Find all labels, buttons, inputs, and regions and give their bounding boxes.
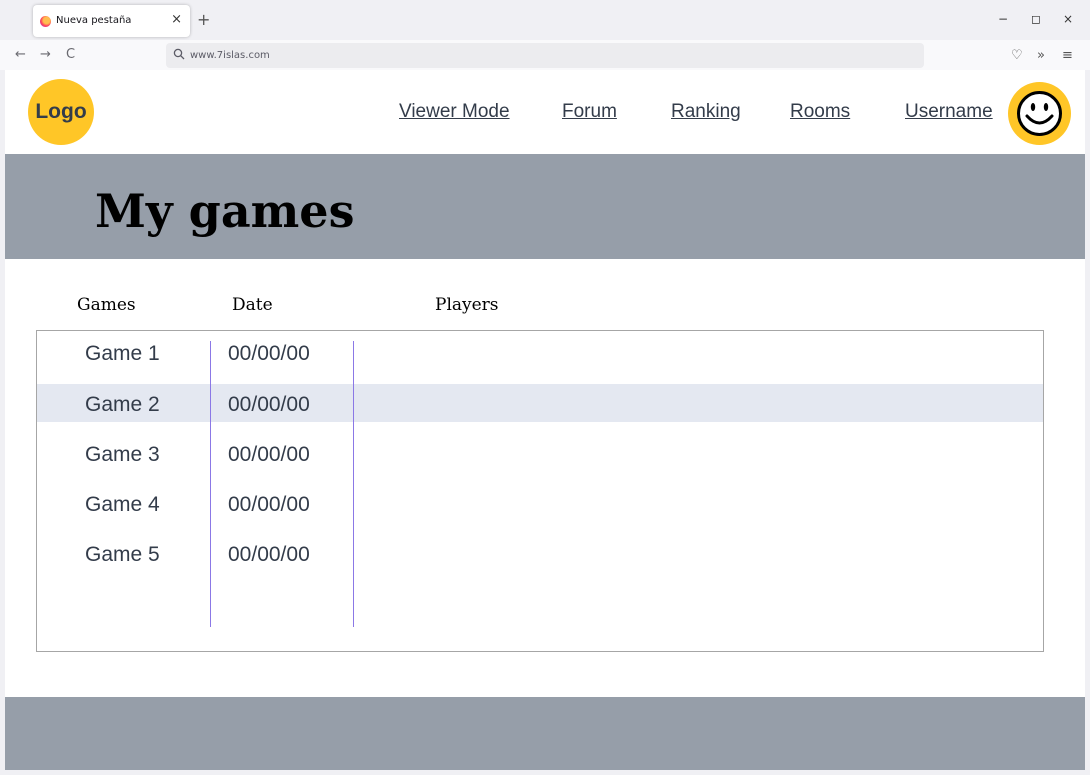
page-title: My games — [95, 184, 355, 238]
table-row[interactable]: Game 3 00/00/00 — [37, 434, 1043, 472]
games-table: Game 1 00/00/00 Game 2 00/00/00 Game 3 0… — [36, 330, 1044, 652]
column-header-date: Date — [232, 295, 273, 315]
game-name: Game 4 — [85, 493, 160, 516]
window-close-icon[interactable]: × — [1063, 12, 1073, 26]
column-header-players: Players — [435, 295, 499, 315]
nav-viewer-mode[interactable]: Viewer Mode — [399, 101, 510, 123]
column-divider — [353, 341, 354, 627]
menu-icon[interactable]: ≡ — [1062, 49, 1073, 63]
overflow-icon[interactable]: » — [1037, 49, 1045, 63]
forward-icon[interactable]: → — [40, 48, 51, 62]
footer — [5, 697, 1085, 770]
logo[interactable]: Logo — [28, 79, 94, 145]
table-row[interactable]: Game 1 00/00/00 — [37, 333, 1043, 371]
url-bar[interactable]: www.7islas.com — [166, 43, 924, 68]
search-icon — [173, 48, 185, 60]
column-divider — [210, 341, 211, 627]
browser-tab[interactable]: Nueva pestaña × — [33, 5, 190, 37]
game-name: Game 1 — [85, 342, 160, 365]
page-viewport: Logo Viewer Mode Forum Ranking Rooms Use… — [5, 70, 1085, 770]
back-icon[interactable]: ← — [15, 48, 26, 62]
table-row[interactable]: Game 5 00/00/00 — [37, 534, 1043, 572]
firefox-icon — [40, 16, 51, 27]
avatar[interactable] — [1008, 82, 1071, 145]
nav-rooms[interactable]: Rooms — [790, 101, 850, 123]
tab-title: Nueva pestaña — [56, 15, 132, 26]
game-date: 00/00/00 — [228, 493, 310, 516]
hero-banner: My games — [5, 154, 1085, 259]
nav-username[interactable]: Username — [905, 101, 993, 123]
browser-tab-bar: Nueva pestaña × + − ◻ × — [0, 0, 1090, 40]
tab-close-icon[interactable]: × — [171, 12, 182, 27]
column-header-games: Games — [77, 295, 136, 315]
pocket-icon[interactable]: ♡ — [1011, 49, 1023, 63]
maximize-icon[interactable]: ◻ — [1031, 12, 1041, 26]
minimize-icon[interactable]: − — [998, 12, 1008, 26]
site-header: Logo Viewer Mode Forum Ranking Rooms Use… — [5, 70, 1085, 154]
nav-forum[interactable]: Forum — [562, 101, 617, 123]
game-date: 00/00/00 — [228, 342, 310, 365]
reload-icon[interactable]: C — [66, 48, 75, 62]
game-name: Game 2 — [85, 393, 160, 416]
url-text: www.7islas.com — [190, 50, 270, 61]
game-name: Game 3 — [85, 443, 160, 466]
game-date: 00/00/00 — [228, 543, 310, 566]
game-date: 00/00/00 — [228, 443, 310, 466]
table-row[interactable]: Game 2 00/00/00 — [37, 384, 1043, 422]
table-row[interactable]: Game 4 00/00/00 — [37, 484, 1043, 522]
smiley-icon — [1017, 91, 1062, 136]
nav-ranking[interactable]: Ranking — [671, 101, 741, 123]
new-tab-icon[interactable]: + — [197, 10, 210, 30]
game-date: 00/00/00 — [228, 393, 310, 416]
game-name: Game 5 — [85, 543, 160, 566]
